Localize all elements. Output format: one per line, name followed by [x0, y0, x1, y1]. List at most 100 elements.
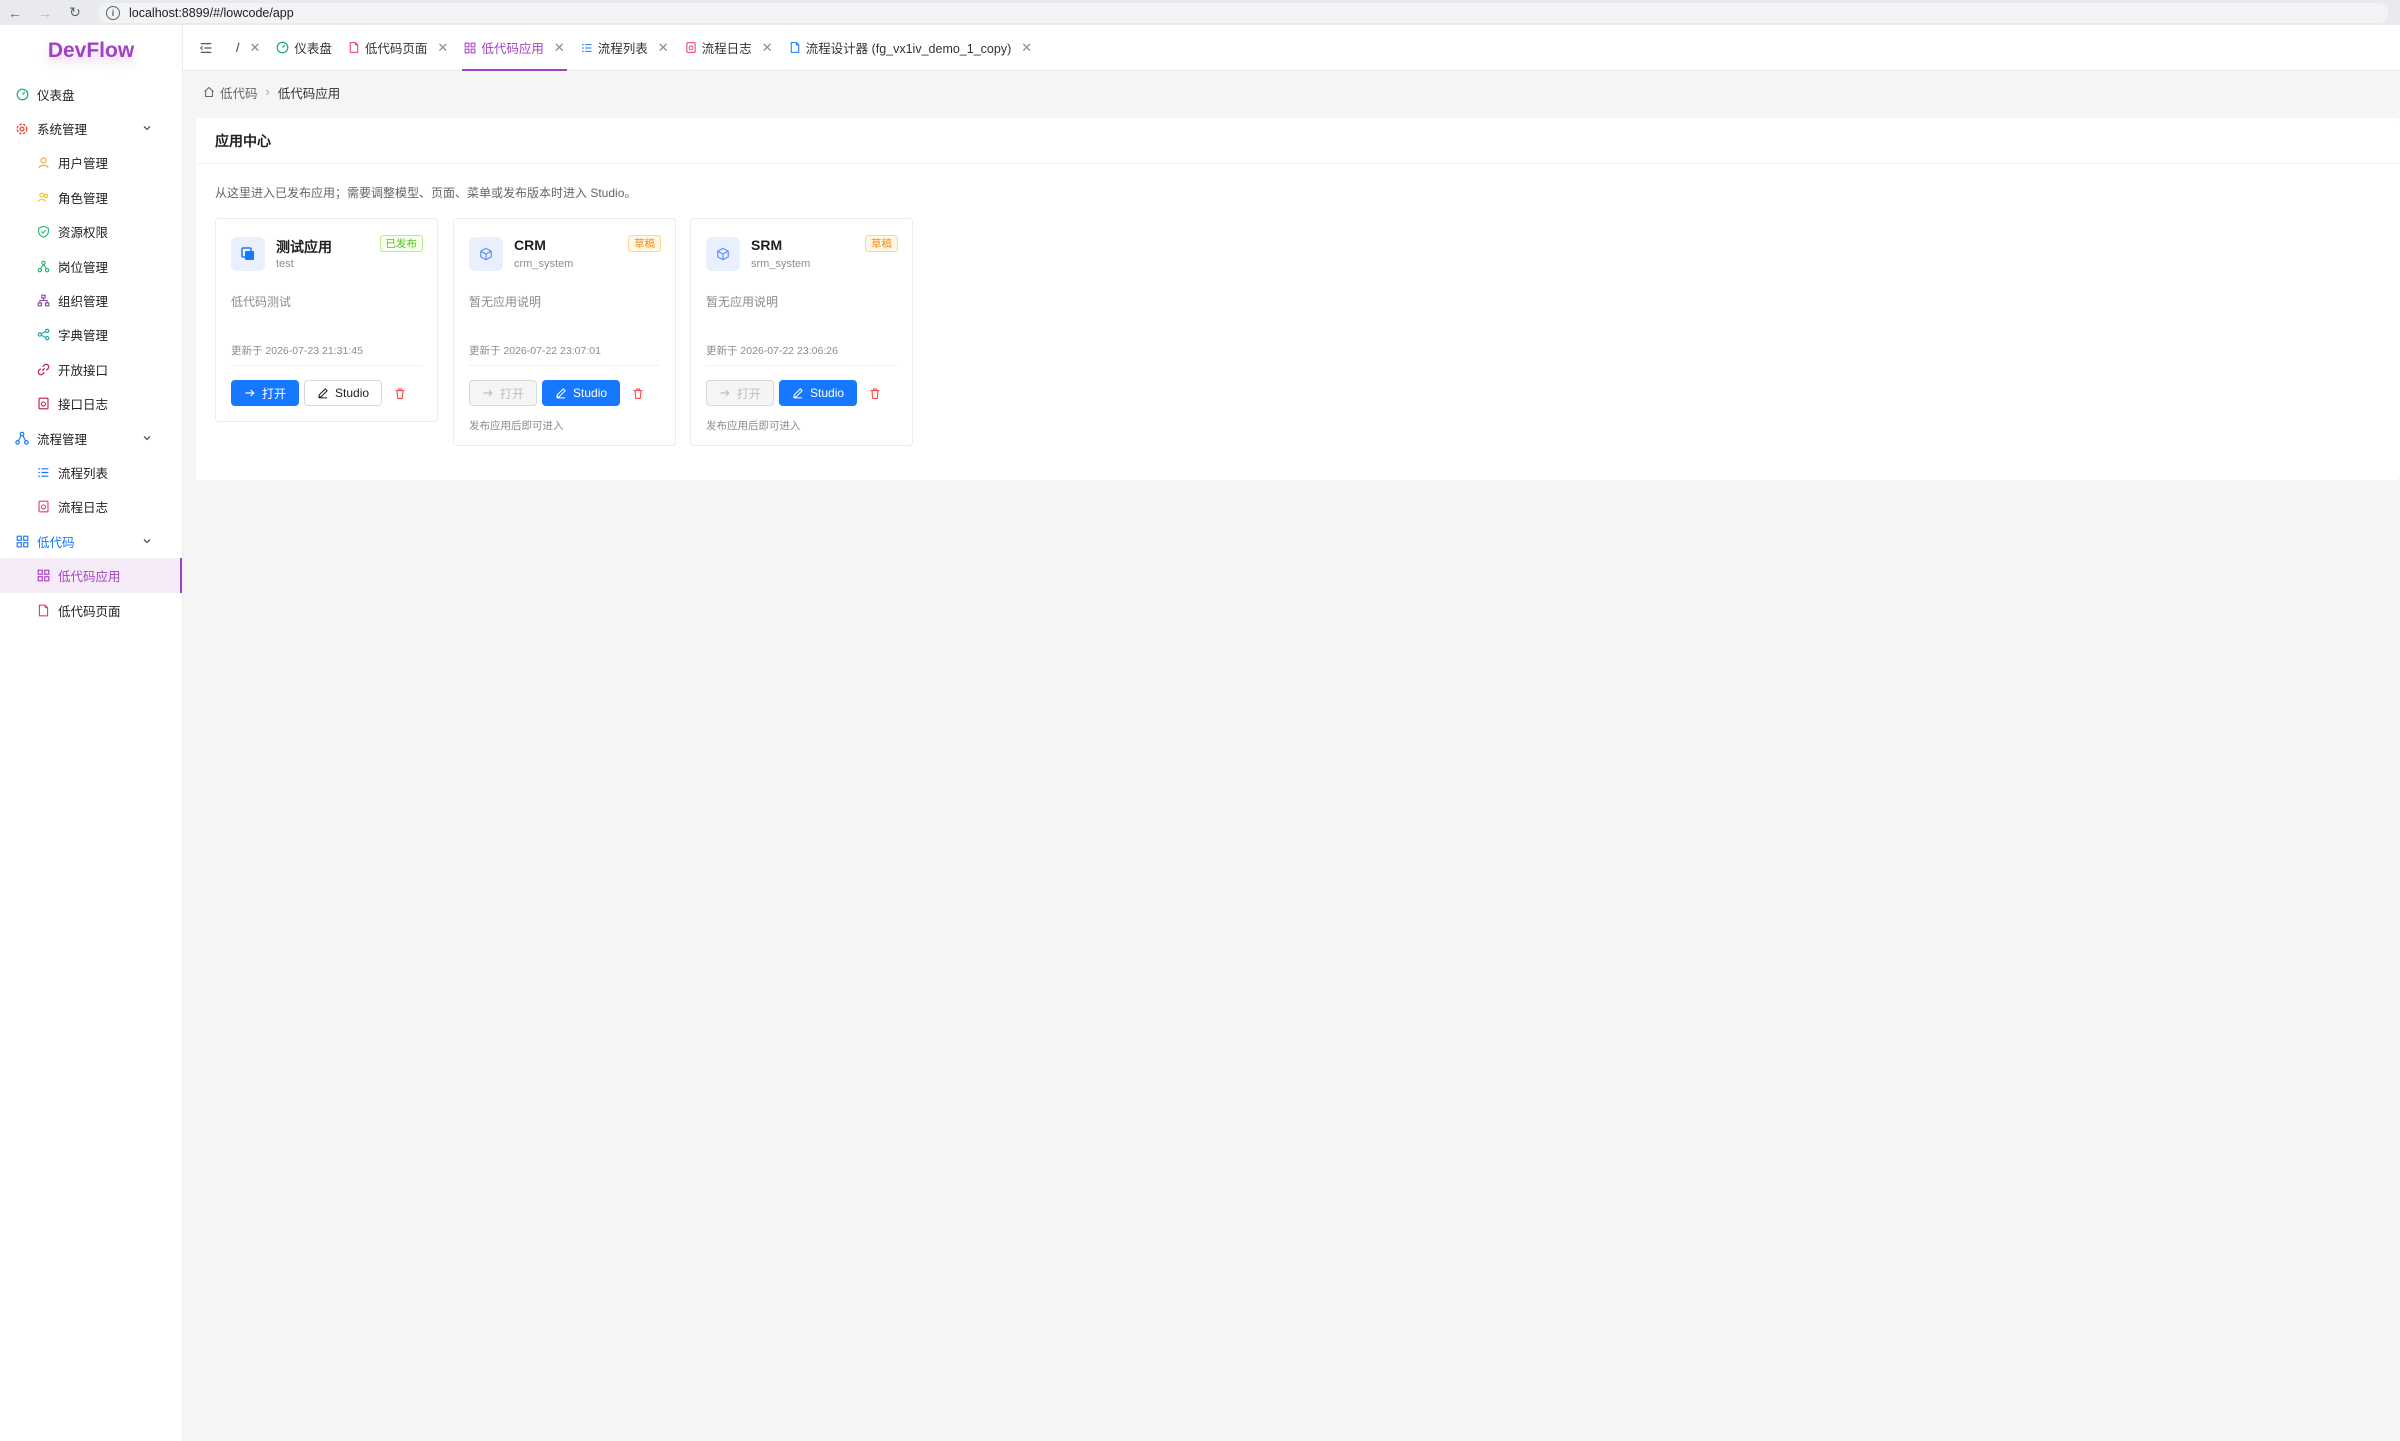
- org-icon: [35, 293, 51, 309]
- divider: [231, 365, 422, 366]
- home-icon[interactable]: [203, 86, 215, 98]
- tab-label: /: [236, 40, 240, 55]
- sidebar-item-resources[interactable]: 资源权限: [0, 215, 182, 249]
- app-card-srm[interactable]: SRM srm_system 草稿 暂无应用说明 更新于 2026-07-22 …: [690, 218, 913, 446]
- sidebar-item-label: 流程管理: [37, 432, 88, 447]
- back-icon[interactable]: ←: [0, 0, 30, 25]
- app-card-test[interactable]: 测试应用 test 已发布 低代码测试 更新于 2026-07-23 21:31…: [215, 218, 438, 422]
- reload-icon[interactable]: ↻: [60, 0, 90, 25]
- app-description: 低代码测试: [231, 295, 292, 309]
- sidebar-item-label: 低代码页面: [58, 604, 121, 619]
- page-title: 应用中心: [196, 118, 2400, 164]
- sidebar-item-label: 开放接口: [58, 363, 109, 378]
- sidebar-item-roles[interactable]: 角色管理: [0, 180, 182, 214]
- breadcrumb-root[interactable]: 低代码: [220, 83, 258, 102]
- app-icon: [231, 237, 265, 271]
- sidebar-item-api-log[interactable]: 接口日志: [0, 387, 182, 421]
- sidebar-item-positions[interactable]: 岗位管理: [0, 249, 182, 283]
- sidebar-item-org[interactable]: 组织管理: [0, 283, 182, 317]
- sidebar-item-dictionary[interactable]: 字典管理: [0, 318, 182, 352]
- tab-dashboard[interactable]: 仪表盘: [268, 25, 340, 71]
- sidebar-item-workflow[interactable]: 流程管理: [0, 421, 182, 455]
- role-icon: [35, 189, 51, 205]
- sidebar-item-system[interactable]: 系统管理: [0, 111, 182, 145]
- arrow-right-icon: [244, 387, 256, 399]
- close-icon[interactable]: ✕: [1021, 40, 1032, 56]
- sidebar-item-users[interactable]: 用户管理: [0, 146, 182, 180]
- sidebar-item-lowcode[interactable]: 低代码: [0, 524, 182, 558]
- close-icon[interactable]: ✕: [658, 40, 669, 56]
- button-label: Studio: [335, 386, 370, 400]
- address-bar[interactable]: i localhost:8899/#/lowcode/app: [98, 2, 2388, 23]
- shield-icon: [35, 224, 51, 240]
- app-code: srm_system: [751, 258, 811, 270]
- logo[interactable]: DevFlow: [0, 25, 182, 77]
- button-label: 打开: [500, 386, 525, 401]
- page-description: 从这里进入已发布应用；需要调整模型、页面、菜单或发布版本时进入 Studio。: [215, 186, 637, 200]
- sidebar-item-label: 接口日志: [58, 398, 109, 413]
- delete-icon[interactable]: [625, 380, 651, 406]
- tab-lowcode-app[interactable]: 低代码应用 ✕: [456, 25, 572, 71]
- sidebar-item-workflow-list[interactable]: 流程列表: [0, 455, 182, 489]
- tab-label: 流程设计器 (fg_vx1iv_demo_1_copy): [805, 42, 1012, 56]
- sidebar-item-label: 组织管理: [58, 295, 109, 310]
- delete-icon[interactable]: [862, 380, 888, 406]
- tab-label: 低代码应用: [481, 42, 544, 56]
- app-hint: 发布应用后即可进入: [469, 420, 564, 432]
- tab-workflow-designer[interactable]: 流程设计器 (fg_vx1iv_demo_1_copy) ✕: [781, 25, 1041, 71]
- close-icon[interactable]: ✕: [762, 40, 773, 56]
- button-label: 打开: [262, 386, 287, 401]
- app-name: SRM: [751, 237, 783, 253]
- studio-button[interactable]: Studio: [542, 380, 621, 406]
- sidebar-item-lowcode-page[interactable]: 低代码页面: [0, 593, 182, 627]
- forward-icon[interactable]: →: [30, 0, 60, 25]
- tab-workflow-list[interactable]: 流程列表 ✕: [573, 25, 677, 71]
- app-actions: 打开 Studio: [231, 380, 413, 406]
- sidebar-item-open-api[interactable]: 开放接口: [0, 352, 182, 386]
- open-app-button[interactable]: 打开: [231, 380, 300, 406]
- page-icon: [348, 41, 360, 54]
- status-badge: 已发布: [379, 235, 423, 252]
- status-badge: 草稿: [865, 235, 898, 252]
- workflow-icon: [14, 430, 30, 446]
- site-info-icon[interactable]: i: [106, 5, 120, 20]
- tab-lowcode-page[interactable]: 低代码页面 ✕: [340, 25, 456, 71]
- tab-label: 流程日志: [701, 42, 752, 56]
- delete-icon[interactable]: [387, 380, 413, 406]
- sidebar-item-dashboard[interactable]: 仪表盘: [0, 77, 182, 111]
- app-hint: 发布应用后即可进入: [706, 420, 801, 432]
- button-label: Studio: [810, 386, 845, 400]
- app-name: CRM: [514, 237, 546, 253]
- gear-icon: [14, 121, 30, 137]
- grid-icon: [464, 42, 476, 54]
- page-icon: [789, 41, 801, 54]
- chevron-down-icon: [142, 432, 152, 446]
- grid-icon: [35, 568, 51, 584]
- app-center-panel: 应用中心 从这里进入已发布应用；需要调整模型、页面、菜单或发布版本时进入 Stu…: [196, 118, 2400, 480]
- app-name: 测试应用: [276, 239, 332, 255]
- list-icon: [35, 464, 51, 480]
- sidebar-item-lowcode-app[interactable]: 低代码应用: [0, 558, 182, 594]
- dashboard-icon: [14, 86, 30, 102]
- close-icon[interactable]: ✕: [437, 40, 448, 56]
- arrow-right-icon: [482, 387, 494, 399]
- open-app-button: 打开: [706, 380, 775, 406]
- tab-label: 流程列表: [597, 42, 648, 56]
- grid-icon: [14, 533, 30, 549]
- studio-button[interactable]: Studio: [304, 380, 383, 406]
- status-badge: 草稿: [628, 235, 661, 252]
- sidebar-item-workflow-log[interactable]: 流程日志: [0, 490, 182, 524]
- app-updated-time: 更新于 2026-07-22 23:06:26: [706, 345, 838, 357]
- tab-label: 低代码页面: [364, 42, 428, 56]
- collapse-sidebar-icon[interactable]: [183, 41, 228, 55]
- app-description: 暂无应用说明: [706, 295, 779, 309]
- tab-bar: / ✕ 仪表盘 低代码页面 ✕ 低代码应用 ✕ 流程列表 ✕ 流程日志 ✕ 流程…: [183, 25, 2400, 71]
- studio-button[interactable]: Studio: [779, 380, 858, 406]
- breadcrumb-separator-icon: ›: [265, 85, 270, 99]
- button-label: Studio: [573, 386, 608, 400]
- close-icon[interactable]: ✕: [554, 40, 565, 56]
- tab-workflow-log[interactable]: 流程日志 ✕: [677, 25, 781, 71]
- close-icon[interactable]: ✕: [249, 40, 260, 56]
- app-card-crm[interactable]: CRM crm_system 草稿 暂无应用说明 更新于 2026-07-22 …: [453, 218, 676, 446]
- tab-root[interactable]: / ✕: [228, 25, 268, 71]
